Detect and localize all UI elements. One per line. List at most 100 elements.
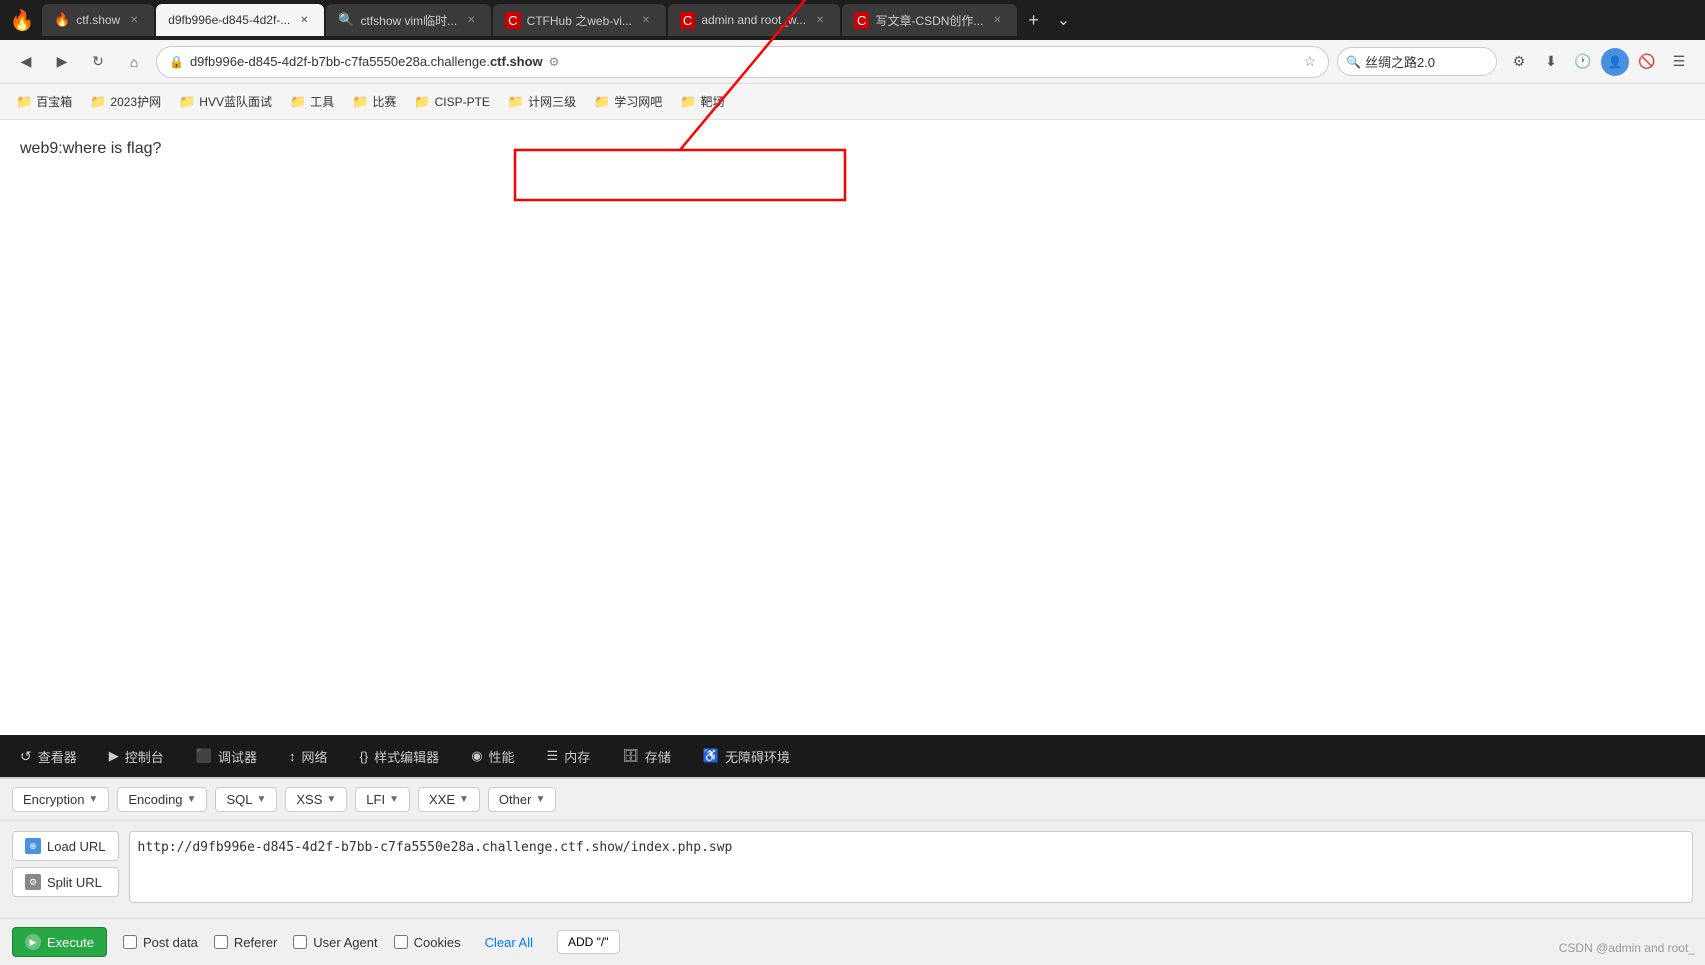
page-title: web9:where is flag? [20,140,1685,158]
other-arrow-icon: ▼ [535,794,545,805]
tab-active[interactable]: d9fb996e-d845-4d2f-... ✕ [156,4,324,36]
bookmark-label: CISP-PTE [435,95,490,109]
sql-arrow-icon: ▼ [256,794,266,805]
cookies-checkbox[interactable] [394,935,408,949]
devtools-inspector[interactable]: ↺ 查看器 [12,743,85,770]
tab-ctfshow-vim[interactable]: 🔍 ctfshow vim临时... ✕ [326,4,491,36]
search-text[interactable]: 丝绸之路2.0 [1365,52,1435,71]
bookmark-target[interactable]: 📁 靶场 [672,89,732,114]
performance-icon: ◉ [471,748,482,764]
folder-icon: 📁 [508,94,524,110]
bookmark-network3[interactable]: 📁 计网三级 [500,89,584,114]
back-button[interactable]: ◀ [12,48,40,76]
load-url-label: Load URL [47,839,106,854]
tab-close-6[interactable]: ✕ [989,12,1005,28]
tab-admin[interactable]: C admin and root_w... ✕ [668,4,840,36]
profile-avatar[interactable]: 👤 [1601,48,1629,76]
tab-favicon-1: 🔥 [54,12,70,28]
lfi-dropdown[interactable]: LFI ▼ [355,787,410,812]
other-dropdown[interactable]: Other ▼ [488,787,556,812]
devtools-storage[interactable]: 🗄 存储 [614,743,679,770]
hackbar-url-area: http://d9fb996e-d845-4d2f-b7bb-c7fa5550e… [129,831,1693,908]
folder-icon: 📁 [680,94,696,110]
load-url-button[interactable]: ⊕ Load URL [12,831,119,861]
add-slash-button[interactable]: ADD "/" [557,930,620,954]
encoding-dropdown[interactable]: Encoding ▼ [117,787,207,812]
user-agent-checkbox[interactable] [293,935,307,949]
extensions-icon[interactable]: ⚙ [1505,48,1533,76]
encryption-dropdown[interactable]: Encryption ▼ [12,787,109,812]
tab-csdn[interactable]: C 写文章-CSDN创作... ✕ [842,4,1017,36]
menu-icon[interactable]: ☰ [1665,48,1693,76]
bookmark-label: 计网三级 [528,93,576,110]
split-url-button[interactable]: ⚙ Split URL [12,867,119,897]
devtools-debugger[interactable]: ⬛ 调试器 [188,743,265,770]
tab-label-3: ctfshow vim临时... [360,12,457,29]
clear-all-button[interactable]: Clear All [485,935,533,950]
bookmark-study[interactable]: 📁 学习网吧 [586,89,670,114]
new-tab-button[interactable]: + [1019,6,1047,34]
hackbar-url-input[interactable]: http://d9fb996e-d845-4d2f-b7bb-c7fa5550e… [129,831,1693,903]
tab-close-5[interactable]: ✕ [812,12,828,28]
forward-button[interactable]: ▶ [48,48,76,76]
storage-icon: 🗄 [622,748,639,764]
tab-close-4[interactable]: ✕ [638,12,654,28]
reader-mode-icon: ⚙ [549,55,560,69]
bookmark-百宝箱[interactable]: 📁 百宝箱 [8,89,80,114]
tab-ctfshow[interactable]: 🔥 ctf.show ✕ [42,4,154,36]
tab-favicon-4: C [505,12,520,29]
tab-close-2[interactable]: ✕ [296,12,312,28]
xss-dropdown[interactable]: XSS ▼ [285,787,347,812]
web-content: web9:where is flag? [0,120,1705,735]
search-icon: 🔍 [1346,55,1361,69]
address-input-container[interactable]: 🔒 d9fb996e-d845-4d2f-b7bb-c7fa5550e28a.c… [156,46,1329,78]
download-icon[interactable]: ⬇ [1537,48,1565,76]
referer-checkbox[interactable] [214,935,228,949]
storage-label: 存储 [645,747,671,766]
devtools-accessibility[interactable]: ♿ 无障碍环境 [695,743,798,770]
bookmark-cisp[interactable]: 📁 CISP-PTE [406,90,498,114]
sql-dropdown[interactable]: SQL ▼ [215,787,277,812]
bookmark-hvv[interactable]: 📁 HVV蓝队面试 [171,89,280,114]
folder-icon: 📁 [16,94,32,110]
bookmark-2023护网[interactable]: 📁 2023护网 [82,89,169,114]
devtools-console[interactable]: ▶ 控制台 [101,743,172,770]
tab-label-2: d9fb996e-d845-4d2f-... [168,13,290,27]
bookmark-tools[interactable]: 📁 工具 [282,89,342,114]
post-data-checkbox[interactable] [123,935,137,949]
bookmark-label: 比赛 [372,93,396,110]
refresh-button[interactable]: ↻ [84,48,112,76]
encoding-label: Encoding [128,792,182,807]
tab-favicon-5: C [680,12,695,29]
devtools-style-editor[interactable]: {} 样式编辑器 [351,743,447,770]
cookies-checkbox-group: Cookies [394,935,461,950]
browser-toolbar-icons: ⚙ ⬇ 🕐 👤 🚫 ☰ [1505,48,1693,76]
home-button[interactable]: ⌂ [120,48,148,76]
address-prefix: d9fb996e-d845-4d2f-b7bb-c7fa5550e28a.cha… [190,54,490,69]
history-icon[interactable]: 🕐 [1569,48,1597,76]
tab-favicon-6: C [854,12,869,29]
sql-label: SQL [226,792,252,807]
encryption-arrow-icon: ▼ [88,794,98,805]
bookmark-race[interactable]: 📁 比赛 [344,89,404,114]
performance-label: 性能 [489,747,515,766]
bookmark-star-icon[interactable]: ☆ [1303,53,1316,70]
execute-button[interactable]: ▶ Execute [12,927,107,957]
xxe-dropdown[interactable]: XXE ▼ [418,787,480,812]
hackbar-toolbar: Encryption ▼ Encoding ▼ SQL ▼ XSS ▼ LFI … [0,779,1705,821]
folder-icon: 📁 [179,94,195,110]
tab-close-1[interactable]: ✕ [126,12,142,28]
hackbar-options: ▶ Execute Post data Referer User Agent C… [0,918,1705,965]
tab-overflow-button[interactable]: ⌄ [1049,6,1077,34]
lfi-label: LFI [366,792,385,807]
console-icon: ▶ [109,748,119,764]
post-data-checkbox-group: Post data [123,935,198,950]
tab-ctfhub[interactable]: C CTFHub 之web-vi... ✕ [493,4,666,36]
csdn-watermark: CSDN @admin and root_ [1559,941,1695,955]
network-icon: ↕ [289,749,296,764]
devtools-memory[interactable]: ☰ 内存 [539,743,599,770]
devtools-performance[interactable]: ◉ 性能 [463,743,522,770]
tab-close-3[interactable]: ✕ [463,12,479,28]
block-icon[interactable]: 🚫 [1633,48,1661,76]
devtools-network[interactable]: ↕ 网络 [281,743,336,770]
